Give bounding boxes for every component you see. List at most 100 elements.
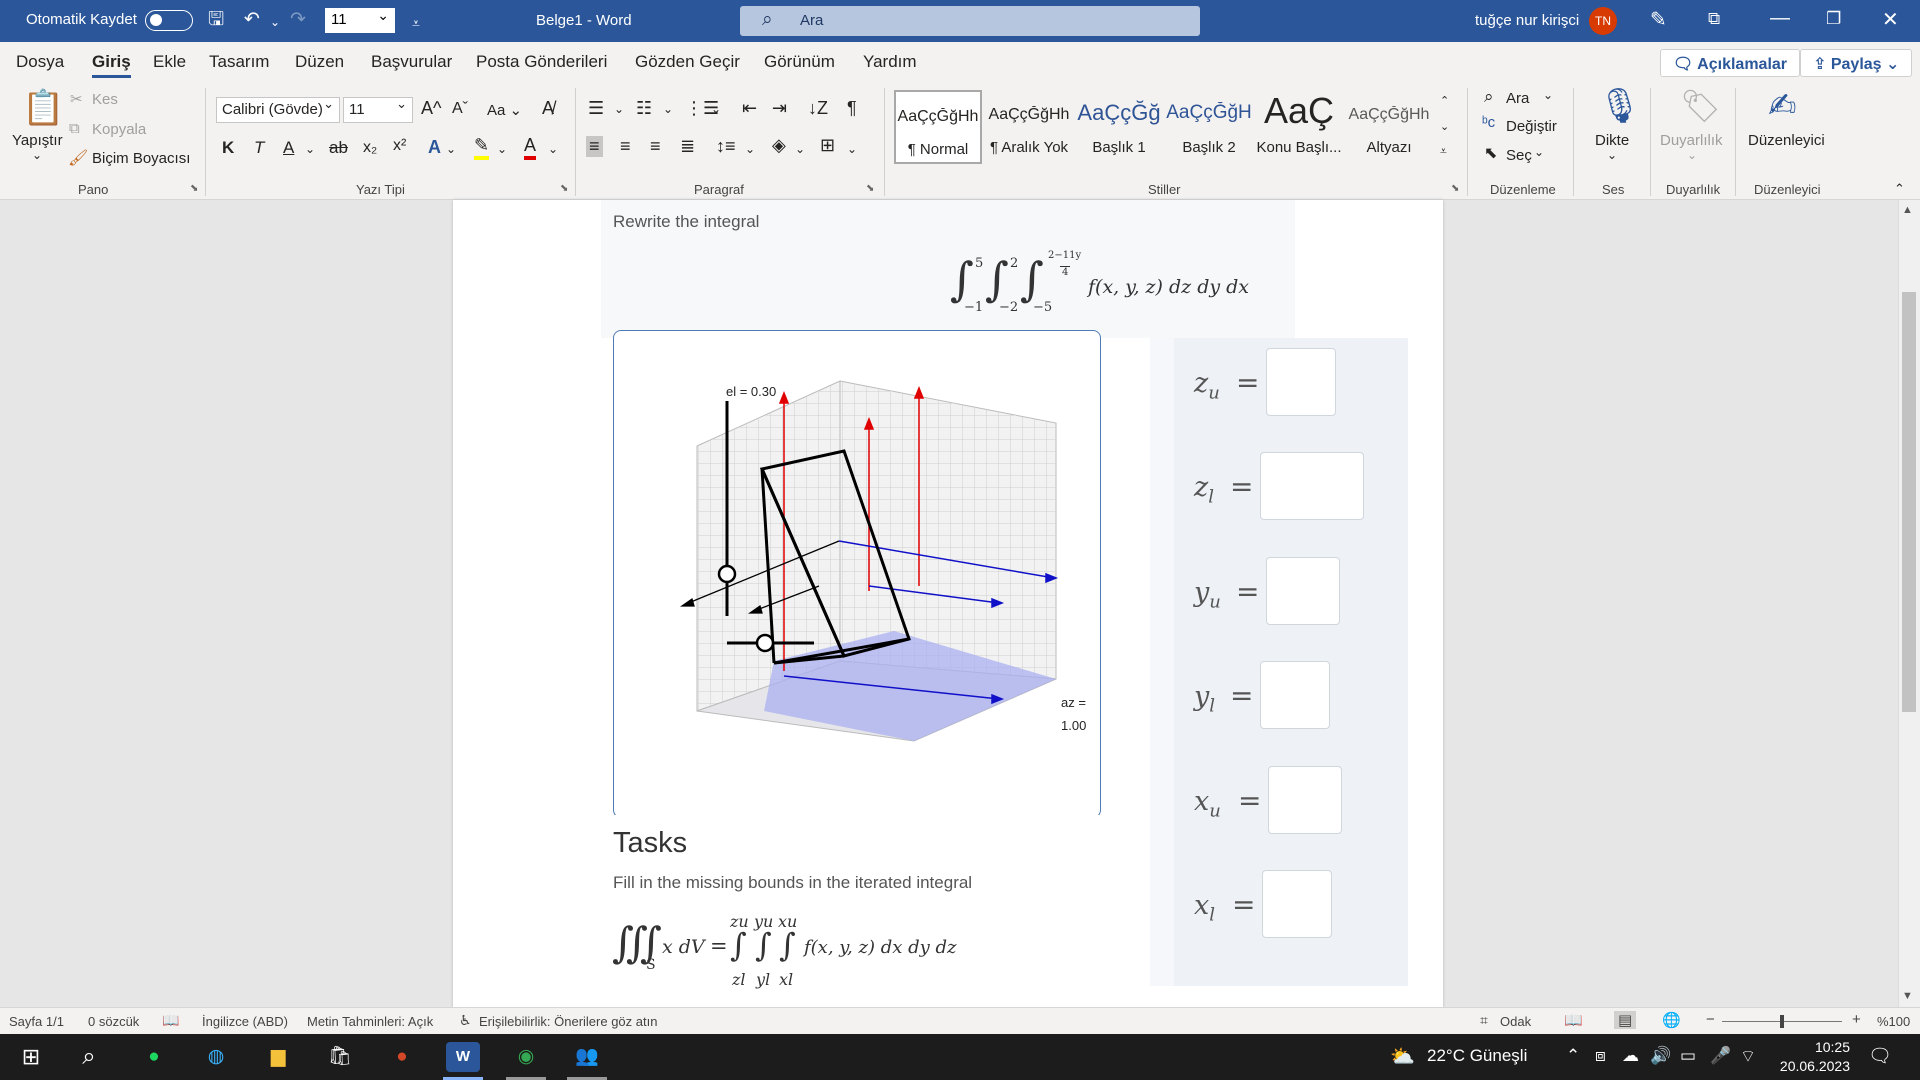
find-icon[interactable]: ⌕ [1484,87,1494,107]
close-icon[interactable]: ✕ [1882,7,1899,32]
find-dropdown-icon[interactable]: ⌄ [1543,88,1553,102]
increase-indent-icon[interactable]: ⇥ [772,98,787,119]
bound-input-yl[interactable] [1260,661,1330,729]
paste-dropdown-icon[interactable]: ⌄ [32,148,42,162]
word-icon[interactable]: W [446,1042,480,1072]
underline-icon[interactable]: A [283,138,294,158]
superscript-icon[interactable]: x² [393,137,406,155]
align-center-icon[interactable]: ≡ [620,136,631,157]
style-no-spacing[interactable]: AaÇçĞğHh ¶ Aralık Yok [985,90,1073,164]
pen-icon[interactable]: ✎ [1650,7,1667,32]
onedrive-icon[interactable]: ☁ [1622,1046,1639,1066]
highlight-dropdown-icon[interactable]: ⌄ [497,142,507,156]
select-icon[interactable]: ⬉ [1484,143,1497,163]
tab-posta[interactable]: Posta Gönderileri [476,52,607,72]
weather-text[interactable]: 22°C Güneşli [1427,1046,1527,1066]
text-predictions-status[interactable]: Metin Tahminleri: Açık [307,1014,433,1029]
ribbon-display-icon[interactable]: ⧉ [1708,9,1720,29]
editor-icon[interactable]: ✍ [1768,86,1797,126]
tab-tasarim[interactable]: Tasarım [209,52,269,72]
print-layout-icon[interactable]: ▤ [1614,1011,1637,1029]
wifi-icon[interactable]: ⌔ [1740,1046,1756,1067]
decrease-indent-icon[interactable]: ⇤ [742,98,757,119]
tab-duzen[interactable]: Düzen [295,52,344,72]
tab-gorunum[interactable]: Görünüm [764,52,835,72]
zoom-in-icon[interactable]: + [1852,1011,1861,1028]
font-launcher-icon[interactable]: ⬊ [560,183,568,194]
meet-icon[interactable]: ⧈ [1595,1046,1606,1066]
font-color-dropdown-icon[interactable]: ⌄ [548,142,558,156]
undo-icon[interactable]: ↶ [244,8,260,32]
teams-icon[interactable]: 👥 [570,1042,604,1072]
web-layout-icon[interactable]: 🌐 [1662,1011,1681,1029]
undo-dropdown-icon[interactable]: ⌄ [270,10,280,34]
select-dropdown-icon[interactable]: ⌄ [1534,145,1544,159]
bound-input-zl[interactable] [1260,452,1364,520]
bold-icon[interactable]: K [222,138,234,158]
select-button[interactable]: Seç [1506,147,1532,164]
bound-input-xl[interactable] [1262,870,1332,938]
elevation-slider-handle[interactable] [717,564,737,584]
italic-icon[interactable]: T [254,138,264,158]
zoom-out-icon[interactable]: − [1706,1011,1715,1028]
editor-button[interactable]: Düzenleyici [1748,132,1825,149]
style-heading-2[interactable]: AaÇçĞğH Başlık 2 [1165,90,1253,164]
tab-basvurular[interactable]: Başvurular [371,52,452,72]
collapse-ribbon-icon[interactable]: ⌃ [1894,181,1905,197]
tab-ekle[interactable]: Ekle [153,52,186,72]
styles-scroll-up-icon[interactable]: ⌃ [1440,94,1449,107]
numbering-icon[interactable]: ☷ [636,98,652,119]
windows-start-icon[interactable]: ⊞ [14,1042,48,1072]
borders-dropdown-icon[interactable]: ⌄ [847,142,857,156]
word-count[interactable]: 0 sözcük [88,1014,139,1029]
comments-button[interactable]: 🗨 Açıklamalar [1660,49,1801,77]
change-case-button[interactable]: Aa ⌄ [487,101,522,119]
page-count[interactable]: Sayfa 1/1 [9,1014,64,1029]
zoom-level[interactable]: %100 [1877,1014,1910,1029]
line-spacing-icon[interactable]: ↕≡ [716,136,736,157]
font-color-icon[interactable]: A [524,135,537,160]
store-icon[interactable]: 🛍 [323,1042,357,1072]
replace-icon[interactable]: ᵇc [1482,114,1495,131]
chrome-icon[interactable]: ◉ [509,1042,543,1072]
tab-dosya[interactable]: Dosya [16,52,64,72]
subscript-icon[interactable]: x₂ [363,139,377,157]
accessibility-status[interactable]: Erişilebilirlik: Önerilere göz atın [479,1014,657,1029]
style-normal[interactable]: AaÇçĞğHh ¶ Normal [894,90,982,164]
clipboard-launcher-icon[interactable]: ⬊ [190,183,198,194]
shading-icon[interactable]: ◈ [772,135,786,156]
tab-gozden-gecir[interactable]: Gözden Geçir [635,52,740,72]
clear-formatting-icon[interactable]: A̸ [542,98,554,119]
bound-input-xu[interactable] [1268,766,1342,834]
align-left-icon[interactable]: ≡ [586,136,603,157]
volume-icon[interactable]: 🔊 [1650,1046,1671,1066]
find-button[interactable]: Ara [1506,90,1529,107]
vertical-scrollbar[interactable]: ▲ ▼ [1898,200,1920,1008]
plot-3d-panel[interactable]: el = 0.30 az = 1.00 [613,330,1101,818]
dictate-button[interactable]: Dikte [1595,132,1629,149]
text-effects-dropdown-icon[interactable]: ⌄ [446,142,456,156]
borders-icon[interactable]: ⊞ [820,135,835,156]
autosave-toggle[interactable] [145,10,193,31]
scroll-thumb[interactable] [1902,292,1916,712]
underline-dropdown-icon[interactable]: ⌄ [305,142,315,156]
read-mode-icon[interactable]: 📖 [1564,1011,1583,1029]
scroll-down-icon[interactable]: ▼ [1902,990,1913,1002]
text-effects-icon[interactable]: A [428,137,441,158]
styles-more-icon[interactable]: ⩡ [1440,144,1447,159]
line-spacing-dropdown-icon[interactable]: ⌄ [745,142,755,156]
battery-icon[interactable]: ▭ [1680,1046,1696,1066]
highlight-icon[interactable]: ✎ [474,135,490,160]
paragraph-launcher-icon[interactable]: ⬊ [866,183,874,194]
tray-expand-icon[interactable]: ⌃ [1566,1046,1580,1066]
tab-giris[interactable]: Giriş [92,52,131,78]
quick-font-size-box[interactable]: 11 [325,7,395,33]
shrink-font-icon[interactable]: Aˇ [452,100,468,118]
bullets-icon[interactable]: ☰ [588,98,604,119]
format-painter-icon[interactable]: 🖌 [68,148,88,168]
file-explorer-icon[interactable]: ▆ [261,1042,295,1072]
grow-font-icon[interactable]: A^ [421,98,441,119]
paste-button[interactable]: Yapıştır [12,132,63,149]
focus-mode-button[interactable]: Odak [1500,1014,1531,1029]
customize-toolbar-icon[interactable]: ⩡ [412,11,420,35]
